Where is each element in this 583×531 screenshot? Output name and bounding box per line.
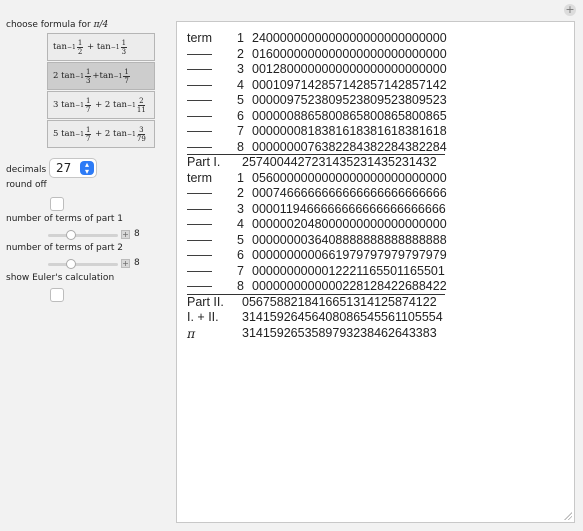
round-off-checkbox[interactable] xyxy=(50,197,64,211)
slider-thumb[interactable] xyxy=(66,259,76,269)
row-value: 0000002048000000000000000000 xyxy=(252,217,447,231)
part1-terms-value: 8 xyxy=(134,229,140,239)
row-value: 2574004427231435231435231432 xyxy=(242,155,437,169)
row-label: π xyxy=(187,325,196,341)
row-value: 0000097523809523809523809523 xyxy=(252,93,447,107)
part1-terms-label: number of terms of part 1 xyxy=(6,214,124,224)
formula-option-4[interactable]: 5 tan −1 1 7 + 2 tan −1 3 79 xyxy=(47,120,155,148)
formula-option-3[interactable]: 3 tan −1 1 7 + 2 tan −1 2 11 xyxy=(47,91,155,119)
output-panel: term 1 2400000000000000000000000000 —— 2 0160… xyxy=(176,21,575,523)
row-value: 2400000000000000000000000000 xyxy=(252,31,447,45)
row-label: Part II. xyxy=(187,294,224,309)
row-label: —— xyxy=(187,186,212,200)
row-label: —— xyxy=(187,77,212,92)
euler-calculation-checkbox[interactable] xyxy=(50,288,64,302)
row-value: 0012800000000000000000000000 xyxy=(252,62,447,76)
row-value: 0000119466666666666666666666 xyxy=(252,201,446,216)
euler-calculation-label: show Euler's calculation xyxy=(6,273,115,283)
row-label: —— xyxy=(187,46,212,61)
control-panel: choose formula for π/4 tan −1 1 2 + tan −1 1 3… xyxy=(0,0,170,531)
decimals-value: 27 xyxy=(56,161,72,175)
row-label: —— xyxy=(187,93,212,107)
decimals-label: decimals xyxy=(6,165,47,175)
part1-terms-slider[interactable] xyxy=(48,230,118,240)
term-number: 7 xyxy=(237,263,244,278)
row-label: —— xyxy=(187,108,212,123)
row-label: —— xyxy=(187,62,212,76)
term-number: 2 xyxy=(237,186,244,200)
row-value: 0567588218416651314125874122 xyxy=(242,294,437,309)
round-off-label: round off xyxy=(6,180,47,190)
row-value: 0000000076382284382284382284 xyxy=(252,139,447,154)
row-label: term xyxy=(187,31,212,45)
term-number: 2 xyxy=(237,46,244,61)
row-label: —— xyxy=(187,124,212,138)
term-number: 4 xyxy=(237,217,244,231)
row-value: 0000000000012221165501165501 xyxy=(252,263,445,278)
row-value: 0007466666666666666666666666 xyxy=(252,186,447,200)
add-icon[interactable]: + xyxy=(564,4,576,16)
row-value: 0560000000000000000000000000 xyxy=(252,170,447,185)
term-number: 3 xyxy=(237,201,244,216)
row-value: 0000000818381618381618381618 xyxy=(252,124,447,138)
term-number: 7 xyxy=(237,124,244,138)
row-value: 0001097142857142857142857142 xyxy=(252,77,447,92)
term-number: 3 xyxy=(237,62,244,76)
row-value: 0000008865800865800865800865 xyxy=(252,108,447,123)
row-value: 0160000000000000000000000000 xyxy=(252,46,447,61)
row-label: —— xyxy=(187,279,212,293)
chevron-updown-icon: ▴ ▾ xyxy=(80,161,94,176)
term-number: 8 xyxy=(237,279,244,293)
choose-formula-label: choose formula for π/4 xyxy=(6,20,109,30)
formula-button-group: tan −1 1 2 + tan −1 1 3 2 tan −1 1 3 +tan −1 1 7 3 tan −… xyxy=(47,33,157,149)
row-label: —— xyxy=(187,201,212,216)
part2-terms-label: number of terms of part 2 xyxy=(6,243,124,253)
row-value: 3141592653589793238462643383 xyxy=(242,325,437,340)
term-number: 6 xyxy=(237,248,244,262)
row-label: term xyxy=(187,170,212,185)
row-label: I. + II. xyxy=(187,310,219,324)
term-number: 5 xyxy=(237,232,244,247)
part2-terms-slider[interactable] xyxy=(48,259,118,269)
formula-option-1[interactable]: tan −1 1 2 + tan −1 1 3 xyxy=(47,33,155,61)
row-value: 31415926456408086545561105554 xyxy=(242,310,443,324)
part2-terms-value: 8 xyxy=(134,258,140,268)
term-number: 1 xyxy=(237,170,244,185)
term-number: 4 xyxy=(237,77,244,92)
decimals-select[interactable]: 27 ▴ ▾ xyxy=(49,158,97,178)
row-label: —— xyxy=(187,263,212,278)
row-label: —— xyxy=(187,248,212,262)
row-value: 0000000000000228128422688422 xyxy=(252,279,447,293)
formula-option-2[interactable]: 2 tan −1 1 3 +tan −1 1 7 xyxy=(47,62,155,90)
row-label: Part I. xyxy=(187,155,221,169)
row-label: —— xyxy=(187,217,212,231)
resize-grip-icon[interactable] xyxy=(563,511,572,520)
term-number: 6 xyxy=(237,108,244,123)
row-value: 0000000036408888888888888888 xyxy=(252,232,447,247)
row-label: —— xyxy=(187,139,212,154)
term-number: 5 xyxy=(237,93,244,107)
row-value: 0000000000661979797979797979 xyxy=(252,248,447,262)
term-number: 1 xyxy=(237,31,244,45)
part2-expand-icon[interactable]: + xyxy=(121,259,130,268)
term-number: 8 xyxy=(237,139,244,154)
part1-expand-icon[interactable]: + xyxy=(121,230,130,239)
row-label: —— xyxy=(187,232,212,247)
slider-thumb[interactable] xyxy=(66,230,76,240)
